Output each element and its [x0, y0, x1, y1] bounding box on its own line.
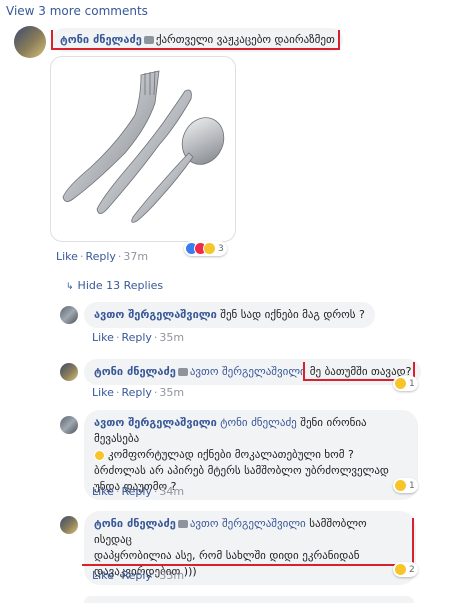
like-button[interactable]: Like [92, 485, 114, 498]
reply-button[interactable]: Reply [121, 386, 151, 399]
timestamp[interactable]: 34m [159, 485, 184, 498]
comment-author[interactable]: ტონი ძნელაძე [60, 33, 142, 46]
reply-bubble: ავთო შერგელაშვილი შენ სად იქნები მაგ დრო… [84, 302, 375, 328]
reply-bubble: ტონი ძნელაძე ავთო შერგელაშვილი მე ბათუმში … [84, 359, 422, 385]
mention-tag[interactable]: ტონი ძნელაძე [220, 416, 297, 429]
reply-author[interactable]: ავთო შერგელაშვილი [94, 308, 217, 321]
smile-emoji-icon [94, 449, 105, 461]
timestamp[interactable]: 35m [159, 386, 184, 399]
mention-tag[interactable]: ავთო შერგელაშვილი [190, 517, 306, 530]
haha-reaction-icon [394, 377, 407, 390]
avatar[interactable] [60, 306, 78, 324]
hide-replies-link[interactable]: ↳ Hide 13 Replies [66, 279, 163, 292]
reply-actions: Like · Reply · 33m [92, 569, 185, 582]
annotation-line [82, 564, 414, 566]
reply-actions: Like · Reply · 35m [92, 386, 185, 399]
annotation-line [303, 362, 305, 380]
haha-reaction-icon [394, 563, 407, 576]
haha-reaction-icon [394, 479, 407, 492]
reply-text: შენ სად იქნები მაგ დროს ? [220, 308, 365, 321]
reaction-count: 1 [409, 480, 415, 491]
like-button[interactable]: Like [92, 386, 114, 399]
next-reply-bubble [84, 596, 414, 603]
comment-actions: Like · Reply · 37m [56, 250, 149, 263]
annotation-line [338, 30, 340, 50]
cutlery-image[interactable] [50, 56, 236, 242]
comment-text: ქართველი ვაჟკაცებო დაირაზმეთ [155, 33, 335, 46]
timestamp[interactable]: 37m [123, 250, 148, 263]
reactions-badge[interactable]: 3 [184, 241, 227, 256]
mention-tag[interactable]: ავთო შერგელაშვილი [190, 365, 306, 378]
reply-button[interactable]: Reply [85, 250, 115, 263]
messenger-icon [177, 520, 188, 528]
arrow-icon: ↳ [66, 282, 74, 292]
avatar[interactable] [60, 363, 78, 381]
annotation-line [51, 30, 53, 50]
reply-author[interactable]: ავთო შერგელაშვილი [94, 416, 217, 429]
avatar[interactable] [60, 416, 78, 434]
reply-text-line: კომფორტულად იქნები მოკალათებული ხომ ? [108, 448, 354, 461]
timestamp[interactable]: 33m [159, 569, 184, 582]
reply-author[interactable]: ტონი ძნელაძე [94, 365, 176, 378]
reply-button[interactable]: Reply [121, 569, 151, 582]
reply-author[interactable]: ტონი ძნელაძე [94, 517, 176, 530]
messenger-icon [143, 36, 154, 44]
timestamp[interactable]: 35m [159, 331, 184, 344]
reply-button[interactable]: Reply [121, 485, 151, 498]
haha-reaction-icon [203, 242, 216, 255]
reaction-count: 1 [409, 378, 415, 389]
avatar[interactable] [14, 26, 46, 58]
reply-actions: Like · Reply · 34m [92, 485, 185, 498]
reaction-count: 3 [218, 243, 224, 254]
reaction-count: 2 [409, 564, 415, 575]
like-button[interactable]: Like [92, 331, 114, 344]
like-button[interactable]: Like [56, 250, 78, 263]
annotation-line [412, 518, 414, 565]
reactions-badge[interactable]: 2 [393, 562, 418, 577]
reply-button[interactable]: Reply [121, 331, 151, 344]
messenger-icon [177, 368, 188, 376]
reactions-badge[interactable]: 1 [393, 376, 418, 391]
reactions-badge[interactable]: 1 [393, 478, 418, 493]
reply-actions: Like · Reply · 35m [92, 331, 185, 344]
annotation-line [51, 48, 340, 50]
reply-text-line: დაპყრობილია ასე, რომ სახლში დიდი ეკრანიდ… [94, 549, 360, 562]
view-more-comments-link[interactable]: View 3 more comments [6, 4, 148, 18]
reply-text-line: ბრძოლას არ აპირებ მტერს სამშობლო უბრძოლვ… [94, 464, 389, 477]
avatar[interactable] [60, 516, 78, 534]
like-button[interactable]: Like [92, 569, 114, 582]
